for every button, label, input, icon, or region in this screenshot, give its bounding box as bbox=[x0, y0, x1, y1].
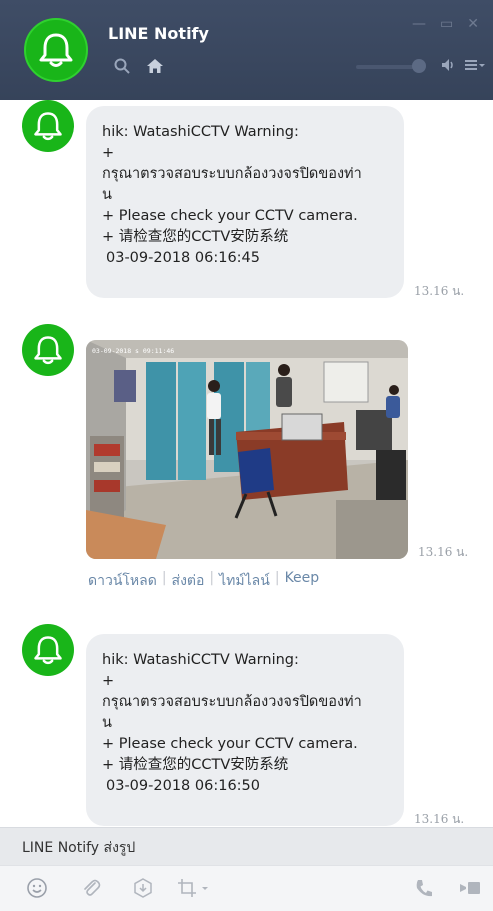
sender-avatar[interactable] bbox=[22, 624, 74, 676]
message-line: น bbox=[102, 187, 112, 203]
speaker-icon[interactable] bbox=[440, 57, 456, 73]
message-timestamp-line: 03-09-2018 06:16:45 bbox=[106, 250, 260, 266]
message-line: + Please check your CCTV camera. bbox=[102, 208, 358, 224]
sender-avatar[interactable] bbox=[22, 100, 74, 152]
cctv-scene: 03-09-2018 s 09:11:46 bbox=[86, 340, 408, 559]
search-icon[interactable] bbox=[114, 58, 130, 74]
menu-icon[interactable] bbox=[464, 57, 486, 73]
separator: | bbox=[209, 570, 215, 586]
volume-slider-handle[interactable] bbox=[412, 59, 426, 73]
input-toolbar bbox=[0, 865, 493, 911]
image-caption: 03-09-2018 s 09:11:46 bbox=[92, 347, 174, 355]
minimize-icon[interactable]: — bbox=[412, 16, 426, 32]
separator: | bbox=[161, 570, 167, 586]
window-title: LINE Notify bbox=[108, 24, 209, 43]
window-header: LINE Notify — ▭ ✕ bbox=[0, 0, 493, 100]
bell-icon bbox=[34, 336, 62, 365]
video-call-icon[interactable] bbox=[458, 877, 482, 899]
image-actions: ดาวน์โหลด | ส่งต่อ | ไทม์ไลน์ | Keep bbox=[88, 570, 319, 592]
attach-icon[interactable] bbox=[80, 877, 102, 899]
message-line: + 请检查您的CCTV安防系统 bbox=[102, 757, 289, 773]
message-time: 13.16 น. bbox=[414, 812, 465, 826]
timeline-link[interactable]: ไทม์ไลน์ bbox=[219, 570, 270, 592]
message-bubble[interactable]: hik: WatashiCCTV Warning: + กรุณาตรวจสอบ… bbox=[86, 106, 404, 298]
maximize-icon[interactable]: ▭ bbox=[440, 16, 453, 32]
download-link[interactable]: ดาวน์โหลด bbox=[88, 570, 157, 592]
preview-text: LINE Notify ส่งรูป bbox=[22, 840, 136, 856]
line-notify-avatar[interactable] bbox=[24, 18, 88, 82]
keep-icon[interactable] bbox=[132, 877, 154, 899]
message-line: น bbox=[102, 715, 112, 731]
message-timestamp-line: 03-09-2018 06:16:50 bbox=[106, 778, 260, 794]
message-line: + Please check your CCTV camera. bbox=[102, 736, 358, 752]
volume-slider[interactable] bbox=[356, 65, 418, 69]
message-line: hik: WatashiCCTV Warning: bbox=[102, 652, 299, 668]
message-line: กรุณาตรวจสอบระบบกล้องวงจรปิดของท่า bbox=[102, 166, 362, 182]
close-icon[interactable]: ✕ bbox=[467, 16, 479, 32]
chat-area[interactable]: hik: WatashiCCTV Warning: + กรุณาตรวจสอบ… bbox=[0, 100, 493, 827]
message-line: + 请检查您的CCTV安防系统 bbox=[102, 229, 289, 245]
message-time: 13.16 น. bbox=[414, 284, 465, 298]
notification-preview[interactable]: LINE Notify ส่งรูป bbox=[0, 827, 493, 865]
call-icon[interactable] bbox=[414, 877, 434, 899]
sender-avatar[interactable] bbox=[22, 324, 74, 376]
keep-link[interactable]: Keep bbox=[285, 570, 320, 592]
message-time: 13.16 น. bbox=[418, 545, 469, 559]
screenshot-icon[interactable] bbox=[176, 877, 210, 899]
home-icon[interactable] bbox=[146, 58, 164, 74]
bell-icon bbox=[34, 636, 62, 665]
message-line: + bbox=[102, 673, 115, 689]
separator: | bbox=[274, 570, 280, 586]
message-line: hik: WatashiCCTV Warning: bbox=[102, 124, 299, 140]
share-link[interactable]: ส่งต่อ bbox=[172, 570, 205, 592]
emoji-icon[interactable] bbox=[26, 877, 48, 899]
bell-icon bbox=[39, 33, 73, 67]
message-line: กรุณาตรวจสอบระบบกล้องวงจรปิดของท่า bbox=[102, 694, 362, 710]
cctv-snapshot-image[interactable]: 03-09-2018 s 09:11:46 bbox=[86, 340, 408, 559]
message-bubble[interactable]: hik: WatashiCCTV Warning: + กรุณาตรวจสอบ… bbox=[86, 634, 404, 826]
bell-icon bbox=[34, 112, 62, 141]
message-line: + bbox=[102, 145, 115, 161]
